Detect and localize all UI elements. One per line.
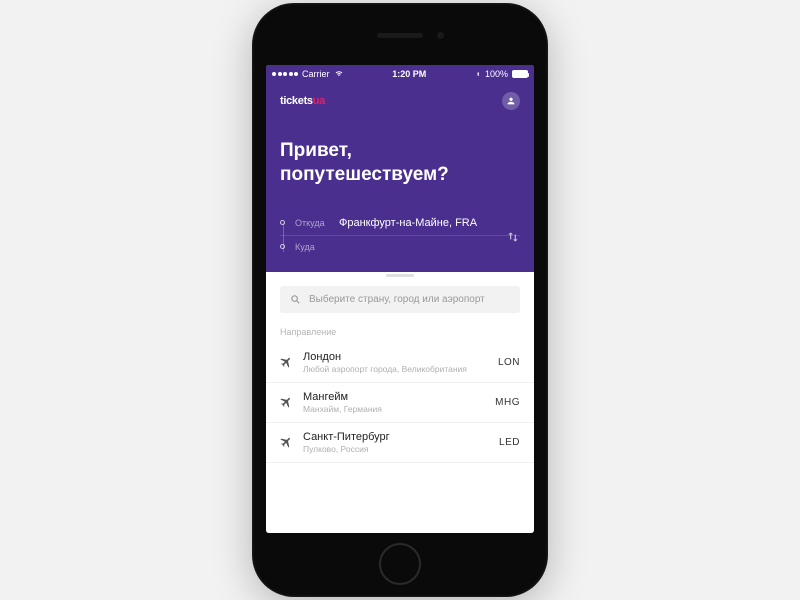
search-icon [290, 294, 301, 305]
destination-text: Мангейм Манхайм, Германия [303, 391, 485, 414]
destination-row[interactable]: Мангейм Манхайм, Германия MHG [266, 383, 534, 423]
search-input[interactable]: Выберите страну, город или аэропорт [280, 286, 520, 313]
destination-sub: Любой аэропорт города, Великобритания [303, 364, 488, 374]
home-button[interactable] [379, 543, 421, 585]
greeting-title: Привет, попутешествуем? [280, 139, 520, 187]
status-left: Carrier [272, 69, 344, 79]
status-bar: Carrier 1:20 PM 100% [266, 65, 534, 83]
phone-speaker [377, 33, 423, 38]
route-selector: Откуда Франкфурт-на-Майне, FRA Куда [266, 203, 534, 272]
bluetooth-icon [475, 70, 481, 79]
route-from-row[interactable]: Откуда Франкфурт-на-Майне, FRA [280, 211, 520, 235]
to-label: Куда [295, 242, 329, 252]
content-panel: Выберите страну, город или аэропорт Напр… [266, 272, 534, 534]
wifi-icon [334, 70, 344, 78]
status-time: 1:20 PM [392, 69, 426, 79]
app-logo: ticketsua [280, 95, 325, 107]
destination-code: LON [498, 357, 520, 368]
plane-icon [280, 396, 293, 409]
destination-text: Лондон Любой аэропорт города, Великобрит… [303, 351, 488, 374]
swap-icon[interactable] [506, 230, 520, 244]
route-to-row[interactable]: Куда [280, 236, 520, 258]
to-dot-icon [280, 244, 285, 249]
destination-city: Санкт-Питербург [303, 431, 489, 443]
destination-text: Санкт-Питербург Пулково, Россия [303, 431, 489, 454]
app-screen: Carrier 1:20 PM 100% ticketsua Привет, [266, 65, 534, 533]
drag-handle[interactable] [386, 274, 414, 277]
destination-city: Мангейм [303, 391, 485, 403]
section-title: Направление [266, 323, 534, 343]
destination-sub: Манхайм, Германия [303, 404, 485, 414]
logo-text-suffix: ua [313, 95, 325, 107]
destination-code: MHG [495, 397, 520, 408]
search-placeholder: Выберите страну, город или аэропорт [309, 294, 485, 305]
battery-icon [512, 70, 528, 78]
status-right: 100% [475, 69, 528, 79]
app-header: ticketsua Привет, попутешествуем? [266, 83, 534, 203]
greeting-line-2: попутешествуем? [280, 163, 520, 187]
user-icon [506, 96, 516, 106]
profile-button[interactable] [502, 92, 520, 110]
destination-row[interactable]: Лондон Любой аэропорт города, Великобрит… [266, 343, 534, 383]
plane-icon [280, 436, 293, 449]
battery-percent: 100% [485, 69, 508, 79]
signal-icon [272, 72, 298, 76]
from-dot-icon [280, 220, 285, 225]
destination-code: LED [499, 437, 520, 448]
phone-camera [437, 32, 444, 39]
destination-row[interactable]: Санкт-Питербург Пулково, Россия LED [266, 423, 534, 463]
logo-text-prefix: tickets [280, 95, 313, 107]
from-value: Франкфурт-на-Майне, FRA [339, 217, 520, 229]
greeting-line-1: Привет, [280, 139, 520, 163]
destination-city: Лондон [303, 351, 488, 363]
carrier-label: Carrier [302, 69, 330, 79]
destination-sub: Пулково, Россия [303, 444, 489, 454]
plane-icon [280, 356, 293, 369]
phone-frame: Carrier 1:20 PM 100% ticketsua Привет, [252, 3, 548, 597]
from-label: Откуда [295, 218, 329, 228]
